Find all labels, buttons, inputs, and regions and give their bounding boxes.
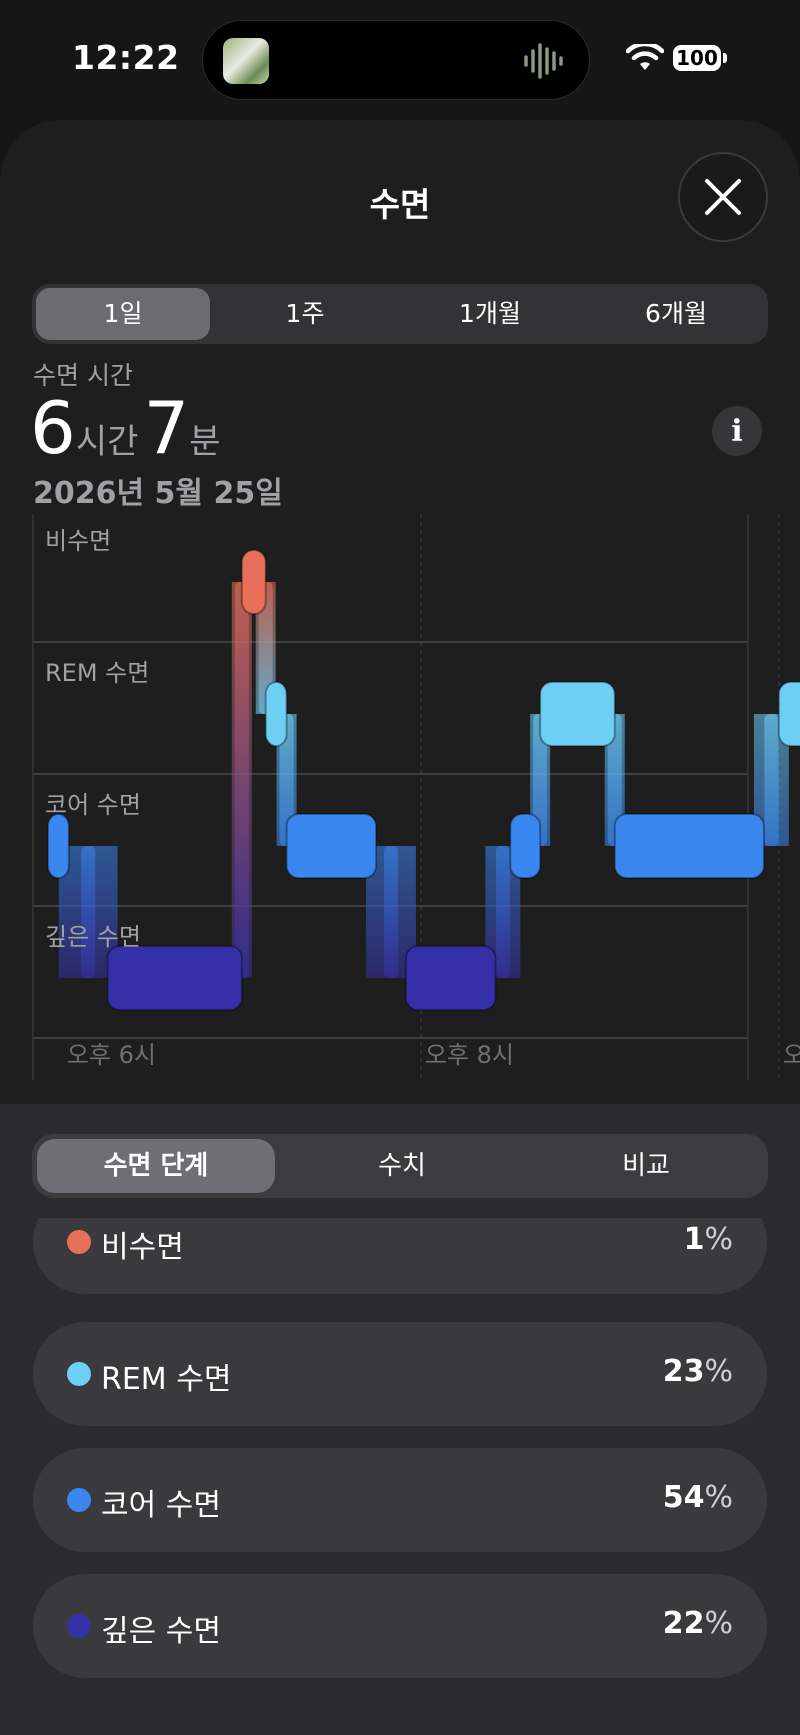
stage-segmented-control: 수면 단계 수치 비교 [32,1134,768,1198]
stage-card-core[interactable]: 코어 수면 54% [33,1448,767,1552]
tab-label: 비교 [622,1151,670,1181]
stage-card-rem[interactable]: REM 수면 23% [33,1322,767,1426]
tab-label: 수치 [378,1151,426,1181]
stage-name: REM 수면 [101,1362,232,1397]
stage-name: 비수면 [101,1230,184,1265]
tab-label: 수면 단계 [103,1151,209,1181]
now-playing-artwork-icon [223,38,269,84]
stage-percent: 22% [663,1606,733,1641]
tab-amounts[interactable]: 수치 [283,1139,521,1193]
stage-card-deep[interactable]: 깊은 수면 22% [33,1574,767,1678]
chart-stage-label: 깊은 수면 [45,923,141,951]
tab-label: 6개월 [645,299,707,328]
sleep-stage-block [264,681,288,747]
percent-sign: % [704,1222,733,1257]
sleep-stage-block [404,945,497,1011]
stage-name: 깊은 수면 [101,1614,221,1649]
awake-dot-icon [67,1230,91,1254]
duration-hours: 6 [30,386,76,470]
stage-percent: 1% [684,1222,733,1257]
tab-6-months[interactable]: 6개월 [588,288,764,340]
tab-comparisons[interactable]: 비교 [529,1139,763,1193]
core-dot-icon [67,1488,91,1512]
duration-minutes-unit: 분 [189,422,221,462]
sleep-stage-block [106,945,243,1011]
status-bar: 12:22 100 [0,0,800,120]
status-time: 12:22 [72,38,180,77]
percent-value: 1 [683,1222,705,1257]
tab-label: 1개월 [459,299,521,328]
stage-transition-core [495,846,510,978]
info-button[interactable]: i [712,406,762,456]
chart-x-tick-label: 오후 10시 [783,1041,800,1069]
sleep-stage-block [46,813,70,879]
stage-card-awake[interactable]: 비수면 1% [33,1218,767,1294]
stage-transition-core [234,582,249,978]
stage-card-clip: 비수면 1% [0,1218,800,1318]
tab-sleep-stages[interactable]: 수면 단계 [37,1139,275,1193]
percent-sign: % [704,1480,733,1515]
battery-tip [723,53,727,63]
stage-transition-core [764,714,779,846]
tab-1-day[interactable]: 1일 [36,288,210,340]
chart-stage-label: REM 수면 [45,659,149,687]
duration-minutes: 7 [143,386,190,470]
stage-name: 코어 수면 [101,1488,221,1523]
rem-dot-icon [67,1362,91,1386]
chart-stage-label: 코어 수면 [45,791,141,819]
stage-transition-core [384,846,398,978]
info-icon: i [731,413,743,449]
tab-label: 1일 [103,299,143,328]
close-icon [705,179,741,215]
sleep-stage-block [777,681,800,747]
percent-sign: % [704,1354,733,1389]
percent-sign: % [704,1606,733,1641]
sleep-stages-chart: 비수면REM 수면코어 수면깊은 수면오후 6시오후 8시오후 10시오전 12… [32,514,800,1080]
sleep-stage-block [509,813,542,879]
duration-hours-unit: 시간 [75,422,139,462]
stage-percent: 54% [663,1480,733,1515]
stage-percent: 23% [663,1354,733,1389]
sleep-screen: 12:22 100 수면 1일 1주 1개월 6개월 수면 시간 6시간 7분 … [0,0,800,1735]
tab-1-week[interactable]: 1주 [218,288,392,340]
percent-value: 23 [662,1354,705,1389]
sleep-stage-block [613,813,765,879]
tab-1-month[interactable]: 1개월 [400,288,580,340]
close-button[interactable] [678,152,768,242]
audio-waveform-icon [524,43,563,79]
chart-x-tick-label: 오후 8시 [425,1041,514,1069]
wifi-icon [626,44,664,70]
battery-indicator: 100 [673,45,721,71]
sleep-stage-block [539,681,616,747]
stage-transition-core [81,846,96,978]
tab-label: 1주 [285,299,325,328]
period-segmented-control: 1일 1주 1개월 6개월 [32,284,768,344]
deep-dot-icon [67,1614,91,1638]
dynamic-island[interactable] [202,20,590,100]
sleep-stage-block [240,549,267,615]
chart-x-tick-label: 오후 6시 [67,1041,156,1069]
sleep-stage-block [285,813,378,879]
percent-value: 22 [662,1606,705,1641]
chart-stage-label: 비수면 [45,527,111,555]
percent-value: 54 [662,1480,705,1515]
sleep-date: 2026년 5월 25일 [33,476,283,511]
